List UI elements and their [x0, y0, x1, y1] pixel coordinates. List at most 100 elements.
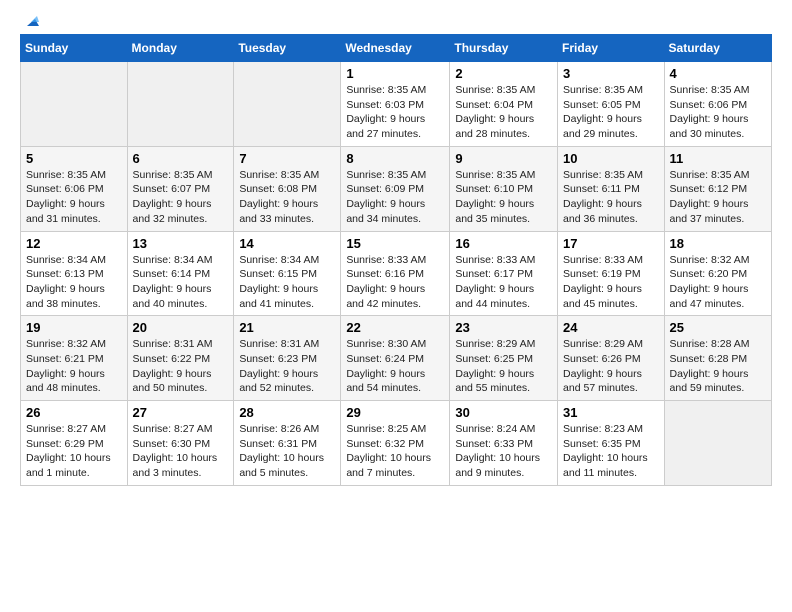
- calendar-cell: 21 Sunrise: 8:31 AMSunset: 6:23 PMDayligh…: [234, 316, 341, 401]
- calendar-body: 1Sunrise: 8:35 AMSunset: 6:03 PMDaylight…: [21, 62, 772, 486]
- day-number: 22: [346, 320, 444, 335]
- day-info: Sunrise: 8:30 AMSunset: 6:24 PMDaylight:…: [346, 337, 444, 396]
- day-info: Sunrise: 8:26 AMSunset: 6:31 PMDaylight:…: [239, 422, 335, 481]
- calendar-cell: 26 Sunrise: 8:27 AMSunset: 6:29 PMDayligh…: [21, 401, 128, 486]
- calendar-week-row: 26 Sunrise: 8:27 AMSunset: 6:29 PMDayligh…: [21, 401, 772, 486]
- calendar-cell: 30 Sunrise: 8:24 AMSunset: 6:33 PMDayligh…: [450, 401, 558, 486]
- day-number: 15: [346, 236, 444, 251]
- weekday-header-saturday: Saturday: [664, 35, 771, 62]
- calendar-cell: 11Sunrise: 8:35 AMSunset: 6:12 PMDayligh…: [664, 146, 771, 231]
- day-info: Sunrise: 8:32 AMSunset: 6:21 PMDaylight:…: [26, 337, 122, 396]
- calendar-header: SundayMondayTuesdayWednesdayThursdayFrid…: [21, 35, 772, 62]
- calendar-cell: 6 Sunrise: 8:35 AMSunset: 6:07 PMDaylight…: [127, 146, 234, 231]
- calendar-cell: 29 Sunrise: 8:25 AMSunset: 6:32 PMDayligh…: [341, 401, 450, 486]
- day-number: 23: [455, 320, 552, 335]
- calendar-cell: 27 Sunrise: 8:27 AMSunset: 6:30 PMDayligh…: [127, 401, 234, 486]
- day-number: 21: [239, 320, 335, 335]
- day-number: 7: [239, 151, 335, 166]
- weekday-header-tuesday: Tuesday: [234, 35, 341, 62]
- calendar-cell: 16 Sunrise: 8:33 AMSunset: 6:17 PMDayligh…: [450, 231, 558, 316]
- calendar-cell: 22 Sunrise: 8:30 AMSunset: 6:24 PMDayligh…: [341, 316, 450, 401]
- calendar-cell: 20Sunrise: 8:31 AMSunset: 6:22 PMDayligh…: [127, 316, 234, 401]
- day-info: Sunrise: 8:33 AMSunset: 6:19 PMDaylight:…: [563, 253, 659, 312]
- day-number: 4: [670, 66, 766, 81]
- day-number: 26: [26, 405, 122, 420]
- calendar-cell: 24Sunrise: 8:29 AMSunset: 6:26 PMDayligh…: [558, 316, 665, 401]
- day-number: 19: [26, 320, 122, 335]
- calendar-cell: 15 Sunrise: 8:33 AMSunset: 6:16 PMDayligh…: [341, 231, 450, 316]
- page-header: [20, 20, 772, 24]
- calendar-week-row: 5 Sunrise: 8:35 AMSunset: 6:06 PMDaylight…: [21, 146, 772, 231]
- day-info: Sunrise: 8:32 AMSunset: 6:20 PMDaylight:…: [670, 253, 766, 312]
- logo: [20, 20, 39, 24]
- calendar-cell: 4 Sunrise: 8:35 AMSunset: 6:06 PMDaylight…: [664, 62, 771, 147]
- calendar-cell: 14 Sunrise: 8:34 AMSunset: 6:15 PMDayligh…: [234, 231, 341, 316]
- calendar-cell: 25 Sunrise: 8:28 AMSunset: 6:28 PMDayligh…: [664, 316, 771, 401]
- calendar-cell: 19 Sunrise: 8:32 AMSunset: 6:21 PMDayligh…: [21, 316, 128, 401]
- day-number: 5: [26, 151, 122, 166]
- calendar-cell: 10Sunrise: 8:35 AMSunset: 6:11 PMDayligh…: [558, 146, 665, 231]
- day-number: 1: [346, 66, 444, 81]
- calendar-cell: 12Sunrise: 8:34 AMSunset: 6:13 PMDayligh…: [21, 231, 128, 316]
- day-number: 27: [133, 405, 229, 420]
- day-number: 18: [670, 236, 766, 251]
- day-info: Sunrise: 8:35 AMSunset: 6:07 PMDaylight:…: [133, 168, 229, 227]
- day-number: 16: [455, 236, 552, 251]
- day-number: 10: [563, 151, 659, 166]
- day-number: 9: [455, 151, 552, 166]
- weekday-header-row: SundayMondayTuesdayWednesdayThursdayFrid…: [21, 35, 772, 62]
- day-number: 14: [239, 236, 335, 251]
- day-number: 29: [346, 405, 444, 420]
- calendar-cell: 8 Sunrise: 8:35 AMSunset: 6:09 PMDaylight…: [341, 146, 450, 231]
- calendar-cell: 18 Sunrise: 8:32 AMSunset: 6:20 PMDayligh…: [664, 231, 771, 316]
- day-info: Sunrise: 8:35 AMSunset: 6:08 PMDaylight:…: [239, 168, 335, 227]
- day-info: Sunrise: 8:27 AMSunset: 6:29 PMDaylight:…: [26, 422, 122, 481]
- day-info: Sunrise: 8:33 AMSunset: 6:16 PMDaylight:…: [346, 253, 444, 312]
- day-number: 24: [563, 320, 659, 335]
- day-number: 31: [563, 405, 659, 420]
- day-number: 17: [563, 236, 659, 251]
- day-info: Sunrise: 8:23 AMSunset: 6:35 PMDaylight:…: [563, 422, 659, 481]
- day-info: Sunrise: 8:29 AMSunset: 6:25 PMDaylight:…: [455, 337, 552, 396]
- day-info: Sunrise: 8:35 AMSunset: 6:09 PMDaylight:…: [346, 168, 444, 227]
- calendar-cell: 9 Sunrise: 8:35 AMSunset: 6:10 PMDaylight…: [450, 146, 558, 231]
- calendar-cell: 5 Sunrise: 8:35 AMSunset: 6:06 PMDaylight…: [21, 146, 128, 231]
- calendar-cell: 17 Sunrise: 8:33 AMSunset: 6:19 PMDayligh…: [558, 231, 665, 316]
- day-number: 20: [133, 320, 229, 335]
- day-info: Sunrise: 8:33 AMSunset: 6:17 PMDaylight:…: [455, 253, 552, 312]
- day-number: 6: [133, 151, 229, 166]
- day-number: 28: [239, 405, 335, 420]
- day-info: Sunrise: 8:35 AMSunset: 6:04 PMDaylight:…: [455, 83, 552, 142]
- day-number: 8: [346, 151, 444, 166]
- weekday-header-wednesday: Wednesday: [341, 35, 450, 62]
- weekday-header-sunday: Sunday: [21, 35, 128, 62]
- day-info: Sunrise: 8:34 AMSunset: 6:15 PMDaylight:…: [239, 253, 335, 312]
- calendar-cell: [127, 62, 234, 147]
- calendar-cell: 1Sunrise: 8:35 AMSunset: 6:03 PMDaylight…: [341, 62, 450, 147]
- calendar-cell: 7 Sunrise: 8:35 AMSunset: 6:08 PMDaylight…: [234, 146, 341, 231]
- day-number: 12: [26, 236, 122, 251]
- day-number: 13: [133, 236, 229, 251]
- day-info: Sunrise: 8:34 AMSunset: 6:14 PMDaylight:…: [133, 253, 229, 312]
- calendar-week-row: 19 Sunrise: 8:32 AMSunset: 6:21 PMDayligh…: [21, 316, 772, 401]
- logo-icon: [23, 12, 39, 28]
- calendar-week-row: 12Sunrise: 8:34 AMSunset: 6:13 PMDayligh…: [21, 231, 772, 316]
- calendar-cell: 31 Sunrise: 8:23 AMSunset: 6:35 PMDayligh…: [558, 401, 665, 486]
- weekday-header-monday: Monday: [127, 35, 234, 62]
- day-info: Sunrise: 8:28 AMSunset: 6:28 PMDaylight:…: [670, 337, 766, 396]
- day-number: 25: [670, 320, 766, 335]
- day-info: Sunrise: 8:35 AMSunset: 6:06 PMDaylight:…: [670, 83, 766, 142]
- calendar-cell: [664, 401, 771, 486]
- day-number: 11: [670, 151, 766, 166]
- day-info: Sunrise: 8:35 AMSunset: 6:06 PMDaylight:…: [26, 168, 122, 227]
- day-info: Sunrise: 8:35 AMSunset: 6:10 PMDaylight:…: [455, 168, 552, 227]
- day-info: Sunrise: 8:25 AMSunset: 6:32 PMDaylight:…: [346, 422, 444, 481]
- day-info: Sunrise: 8:35 AMSunset: 6:05 PMDaylight:…: [563, 83, 659, 142]
- day-info: Sunrise: 8:27 AMSunset: 6:30 PMDaylight:…: [133, 422, 229, 481]
- day-info: Sunrise: 8:31 AMSunset: 6:23 PMDaylight:…: [239, 337, 335, 396]
- calendar-cell: [234, 62, 341, 147]
- calendar-week-row: 1Sunrise: 8:35 AMSunset: 6:03 PMDaylight…: [21, 62, 772, 147]
- day-number: 30: [455, 405, 552, 420]
- day-number: 3: [563, 66, 659, 81]
- day-info: Sunrise: 8:24 AMSunset: 6:33 PMDaylight:…: [455, 422, 552, 481]
